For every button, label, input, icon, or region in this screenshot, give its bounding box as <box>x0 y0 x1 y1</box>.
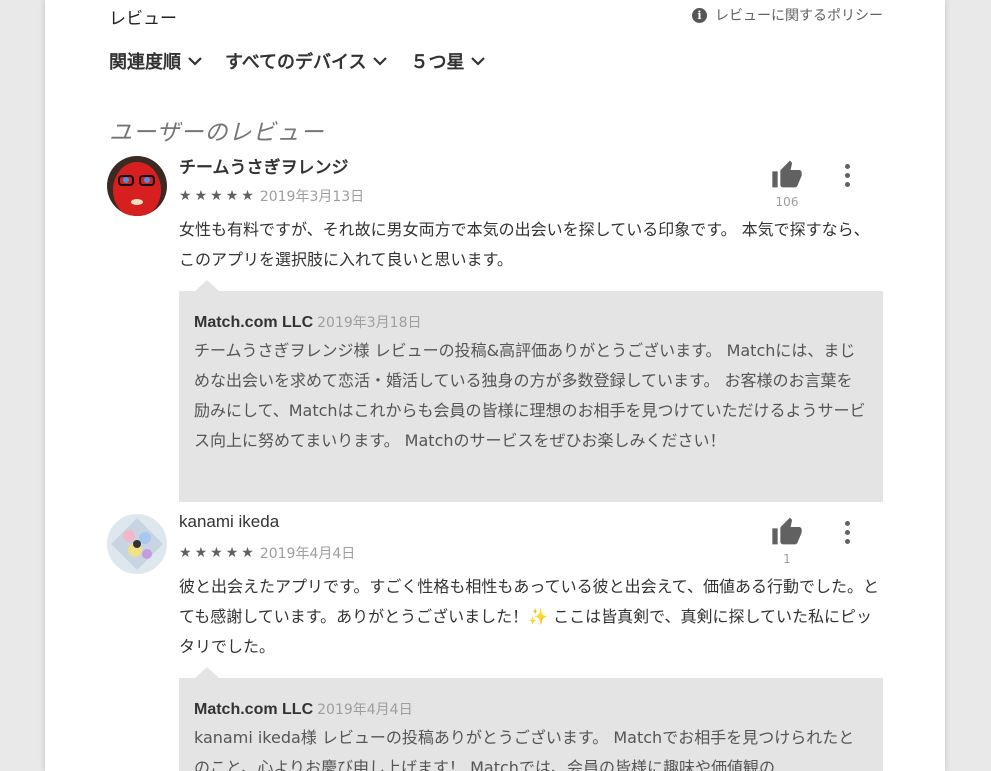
device-dropdown-label: すべてのデバイス <box>225 52 367 73</box>
chevron-down-icon <box>468 51 488 71</box>
reply-author: Match.com LLC <box>194 701 314 718</box>
rating-dropdown[interactable]: ５つ星 <box>410 48 488 74</box>
review-policy-link[interactable]: i レビューに関するポリシー <box>692 5 883 25</box>
reply-author: Match.com LLC <box>194 314 314 331</box>
star-rating: ★ ★ ★ ★ ★ <box>179 189 254 203</box>
rating-dropdown-label: ５つ星 <box>410 52 465 73</box>
more-vert-icon <box>844 520 850 526</box>
thumbs-up-icon <box>772 160 802 188</box>
star-icon: ★ <box>210 188 223 204</box>
rating-row: ★ ★ ★ ★ ★ 2019年3月13日 <box>179 186 364 206</box>
review-policy-label: レビューに関するポリシー <box>715 8 883 24</box>
helpful-count: 106 <box>775 195 799 209</box>
more-vert-icon <box>844 163 850 169</box>
chevron-down-icon <box>370 51 390 71</box>
review-date: 2019年4月4日 <box>259 546 356 562</box>
star-icon: ★ <box>241 545 254 561</box>
review-author: チームうさぎヲレンジ <box>179 158 349 178</box>
developer-reply: Match.com LLC 2019年4月4日 kanami ikeda様 レビ… <box>179 667 883 771</box>
star-icon: ★ <box>241 188 254 204</box>
sort-dropdown-label: 関連度順 <box>109 52 181 73</box>
more-options-button[interactable] <box>839 160 855 190</box>
section-title: レビュー <box>109 9 177 29</box>
star-icon: ★ <box>179 188 192 204</box>
thumbs-up-icon <box>772 517 802 545</box>
star-icon: ★ <box>194 545 208 561</box>
reply-header: Match.com LLC 2019年3月18日 <box>194 312 421 332</box>
helpful-count: 1 <box>783 552 791 566</box>
star-icon: ★ <box>179 545 192 561</box>
reviews-panel: レビュー i レビューに関するポリシー 関連度順 すべてのデバイス ５つ星 ユー… <box>45 0 945 771</box>
more-vert-dot <box>844 529 850 535</box>
info-icon: i <box>692 7 707 23</box>
helpful-button[interactable]: 106 <box>769 159 805 209</box>
chevron-down-icon <box>185 51 205 71</box>
user-reviews-heading: ユーザーのレビュー <box>109 120 325 146</box>
review-author: kanami ikeda <box>179 512 280 531</box>
filter-bar: 関連度順 すべてのデバイス ５つ星 <box>109 48 488 74</box>
avatar[interactable] <box>107 514 167 574</box>
review-text: 彼と出会えたアプリです。すごく性格も相性もあっている彼と出会えて、価値ある行動で… <box>179 577 880 656</box>
star-icon: ★ <box>194 188 208 204</box>
sort-dropdown[interactable]: 関連度順 <box>109 48 205 74</box>
star-rating: ★ ★ ★ ★ ★ <box>179 546 254 560</box>
reply-text: チームうさぎヲレンジ様 レビューの投稿&高評価ありがとうございます。 Match… <box>194 341 866 450</box>
star-icon: ★ <box>225 188 239 204</box>
rating-row: ★ ★ ★ ★ ★ 2019年4月4日 <box>179 543 355 563</box>
more-vert-dot <box>844 181 850 187</box>
avatar[interactable] <box>107 156 167 216</box>
device-dropdown[interactable]: すべてのデバイス <box>225 48 390 74</box>
helpful-button[interactable]: 1 <box>769 516 805 566</box>
review-text: 女性も有料ですが、それ故に男女両方で本気の出会いを探している印象です。 本気で探… <box>179 220 870 269</box>
reply-date: 2019年4月4日 <box>317 702 413 718</box>
review-date: 2019年3月13日 <box>259 189 365 205</box>
reply-header: Match.com LLC 2019年4月4日 <box>194 699 413 719</box>
developer-reply: Match.com LLC 2019年3月18日 チームうさぎヲレンジ様 レビュ… <box>179 280 883 502</box>
star-icon: ★ <box>225 545 239 561</box>
more-options-button[interactable] <box>839 517 855 547</box>
more-vert-dot <box>844 172 850 178</box>
reply-date: 2019年3月18日 <box>317 315 422 331</box>
more-vert-dot <box>844 538 850 544</box>
reply-text: kanami ikeda様 レビューの投稿ありがとうございます。 Matchでお… <box>194 728 855 771</box>
star-icon: ★ <box>210 545 223 561</box>
